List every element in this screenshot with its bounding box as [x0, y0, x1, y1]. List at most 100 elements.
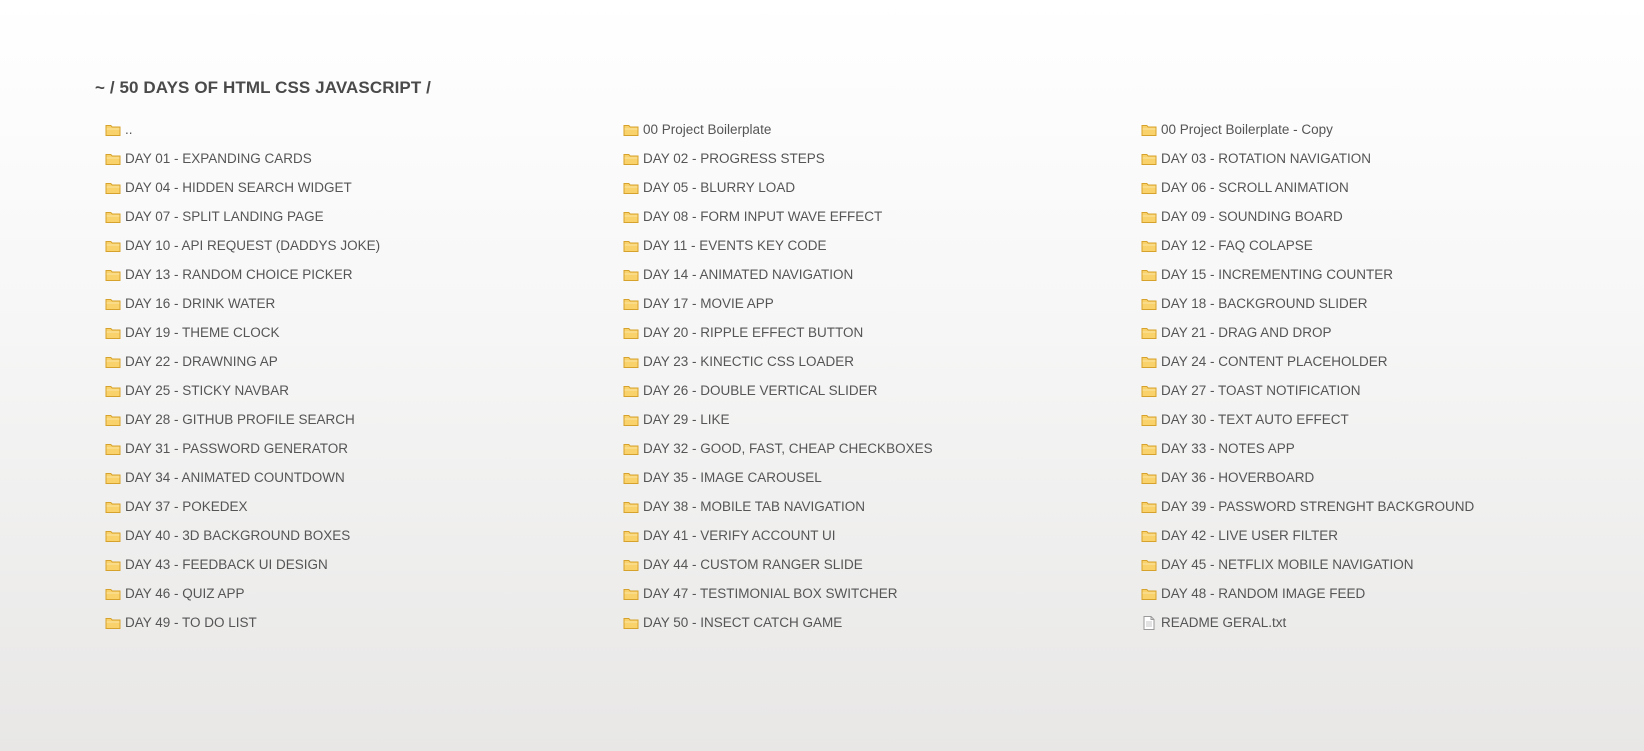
entry-link[interactable]: DAY 21 - DRAG AND DROP: [1161, 325, 1332, 340]
entry-link[interactable]: README GERAL.txt: [1161, 615, 1286, 630]
folder-entry[interactable]: DAY 42 - LIVE USER FILTER: [1141, 521, 1625, 550]
folder-entry[interactable]: DAY 05 - BLURRY LOAD: [623, 173, 1141, 202]
folder-entry[interactable]: DAY 32 - GOOD, FAST, CHEAP CHECKBOXES: [623, 434, 1141, 463]
folder-entry[interactable]: DAY 29 - LIKE: [623, 405, 1141, 434]
folder-entry[interactable]: DAY 08 - FORM INPUT WAVE EFFECT: [623, 202, 1141, 231]
entry-link[interactable]: DAY 08 - FORM INPUT WAVE EFFECT: [643, 209, 882, 224]
entry-link[interactable]: DAY 40 - 3D BACKGROUND BOXES: [125, 528, 350, 543]
entry-link[interactable]: DAY 46 - QUIZ APP: [125, 586, 245, 601]
folder-entry[interactable]: DAY 15 - INCREMENTING COUNTER: [1141, 260, 1625, 289]
entry-link[interactable]: DAY 47 - TESTIMONIAL BOX SWITCHER: [643, 586, 898, 601]
folder-entry[interactable]: DAY 04 - HIDDEN SEARCH WIDGET: [105, 173, 623, 202]
folder-entry[interactable]: DAY 37 - POKEDEX: [105, 492, 623, 521]
folder-entry[interactable]: DAY 17 - MOVIE APP: [623, 289, 1141, 318]
folder-entry[interactable]: DAY 36 - HOVERBOARD: [1141, 463, 1625, 492]
entry-link[interactable]: DAY 14 - ANIMATED NAVIGATION: [643, 267, 853, 282]
folder-entry[interactable]: DAY 49 - TO DO LIST: [105, 608, 623, 637]
folder-entry[interactable]: DAY 33 - NOTES APP: [1141, 434, 1625, 463]
entry-link[interactable]: DAY 29 - LIKE: [643, 412, 730, 427]
folder-entry[interactable]: DAY 20 - RIPPLE EFFECT BUTTON: [623, 318, 1141, 347]
entry-link[interactable]: DAY 20 - RIPPLE EFFECT BUTTON: [643, 325, 863, 340]
folder-entry[interactable]: DAY 50 - INSECT CATCH GAME: [623, 608, 1141, 637]
folder-entry[interactable]: DAY 13 - RANDOM CHOICE PICKER: [105, 260, 623, 289]
entry-link[interactable]: DAY 24 - CONTENT PLACEHOLDER: [1161, 354, 1388, 369]
entry-link[interactable]: DAY 33 - NOTES APP: [1161, 441, 1295, 456]
entry-link[interactable]: DAY 41 - VERIFY ACCOUNT UI: [643, 528, 836, 543]
entry-link[interactable]: DAY 16 - DRINK WATER: [125, 296, 275, 311]
entry-link[interactable]: DAY 02 - PROGRESS STEPS: [643, 151, 825, 166]
folder-entry[interactable]: DAY 23 - KINECTIC CSS LOADER: [623, 347, 1141, 376]
folder-entry[interactable]: DAY 02 - PROGRESS STEPS: [623, 144, 1141, 173]
folder-entry[interactable]: DAY 16 - DRINK WATER: [105, 289, 623, 318]
entry-link[interactable]: DAY 38 - MOBILE TAB NAVIGATION: [643, 499, 865, 514]
entry-link[interactable]: DAY 36 - HOVERBOARD: [1161, 470, 1314, 485]
folder-entry[interactable]: DAY 25 - STICKY NAVBAR: [105, 376, 623, 405]
entry-link[interactable]: DAY 48 - RANDOM IMAGE FEED: [1161, 586, 1365, 601]
entry-link[interactable]: DAY 17 - MOVIE APP: [643, 296, 774, 311]
entry-link[interactable]: DAY 30 - TEXT AUTO EFFECT: [1161, 412, 1349, 427]
entry-link[interactable]: 00 Project Boilerplate: [643, 122, 771, 137]
entry-link[interactable]: DAY 50 - INSECT CATCH GAME: [643, 615, 842, 630]
file-entry[interactable]: README GERAL.txt: [1141, 608, 1625, 637]
folder-entry[interactable]: DAY 10 - API REQUEST (DADDYS JOKE): [105, 231, 623, 260]
entry-link[interactable]: DAY 05 - BLURRY LOAD: [643, 180, 795, 195]
folder-entry[interactable]: 00 Project Boilerplate - Copy: [1141, 115, 1625, 144]
folder-entry[interactable]: DAY 21 - DRAG AND DROP: [1141, 318, 1625, 347]
entry-link[interactable]: DAY 22 - DRAWNING AP: [125, 354, 278, 369]
entry-link[interactable]: DAY 32 - GOOD, FAST, CHEAP CHECKBOXES: [643, 441, 933, 456]
folder-entry[interactable]: DAY 40 - 3D BACKGROUND BOXES: [105, 521, 623, 550]
folder-entry[interactable]: DAY 48 - RANDOM IMAGE FEED: [1141, 579, 1625, 608]
folder-entry[interactable]: DAY 43 - FEEDBACK UI DESIGN: [105, 550, 623, 579]
folder-entry[interactable]: DAY 22 - DRAWNING AP: [105, 347, 623, 376]
entry-link[interactable]: DAY 13 - RANDOM CHOICE PICKER: [125, 267, 353, 282]
entry-link[interactable]: DAY 44 - CUSTOM RANGER SLIDE: [643, 557, 863, 572]
entry-link[interactable]: DAY 01 - EXPANDING CARDS: [125, 151, 312, 166]
entry-link[interactable]: DAY 49 - TO DO LIST: [125, 615, 257, 630]
folder-entry[interactable]: DAY 47 - TESTIMONIAL BOX SWITCHER: [623, 579, 1141, 608]
folder-entry[interactable]: DAY 11 - EVENTS KEY CODE: [623, 231, 1141, 260]
folder-entry[interactable]: 00 Project Boilerplate: [623, 115, 1141, 144]
folder-entry[interactable]: DAY 07 - SPLIT LANDING PAGE: [105, 202, 623, 231]
folder-entry[interactable]: DAY 44 - CUSTOM RANGER SLIDE: [623, 550, 1141, 579]
folder-entry[interactable]: DAY 18 - BACKGROUND SLIDER: [1141, 289, 1625, 318]
folder-entry[interactable]: DAY 35 - IMAGE CAROUSEL: [623, 463, 1141, 492]
entry-link[interactable]: 00 Project Boilerplate - Copy: [1161, 122, 1333, 137]
entry-link[interactable]: DAY 28 - GITHUB PROFILE SEARCH: [125, 412, 355, 427]
folder-entry[interactable]: DAY 41 - VERIFY ACCOUNT UI: [623, 521, 1141, 550]
entry-link[interactable]: DAY 12 - FAQ COLAPSE: [1161, 238, 1313, 253]
folder-entry[interactable]: DAY 31 - PASSWORD GENERATOR: [105, 434, 623, 463]
folder-entry[interactable]: DAY 39 - PASSWORD STRENGHT BACKGROUND: [1141, 492, 1625, 521]
entry-link[interactable]: DAY 31 - PASSWORD GENERATOR: [125, 441, 348, 456]
entry-link[interactable]: DAY 35 - IMAGE CAROUSEL: [643, 470, 822, 485]
folder-entry[interactable]: DAY 24 - CONTENT PLACEHOLDER: [1141, 347, 1625, 376]
folder-entry[interactable]: DAY 19 - THEME CLOCK: [105, 318, 623, 347]
entry-link[interactable]: DAY 45 - NETFLIX MOBILE NAVIGATION: [1161, 557, 1414, 572]
entry-link[interactable]: DAY 07 - SPLIT LANDING PAGE: [125, 209, 324, 224]
folder-entry[interactable]: DAY 01 - EXPANDING CARDS: [105, 144, 623, 173]
entry-link[interactable]: DAY 23 - KINECTIC CSS LOADER: [643, 354, 854, 369]
folder-entry[interactable]: DAY 27 - TOAST NOTIFICATION: [1141, 376, 1625, 405]
entry-link[interactable]: DAY 04 - HIDDEN SEARCH WIDGET: [125, 180, 352, 195]
folder-entry[interactable]: DAY 45 - NETFLIX MOBILE NAVIGATION: [1141, 550, 1625, 579]
folder-entry[interactable]: DAY 09 - SOUNDING BOARD: [1141, 202, 1625, 231]
folder-entry[interactable]: DAY 38 - MOBILE TAB NAVIGATION: [623, 492, 1141, 521]
folder-entry[interactable]: DAY 30 - TEXT AUTO EFFECT: [1141, 405, 1625, 434]
entry-link[interactable]: DAY 37 - POKEDEX: [125, 499, 248, 514]
entry-link[interactable]: DAY 34 - ANIMATED COUNTDOWN: [125, 470, 345, 485]
folder-entry[interactable]: DAY 34 - ANIMATED COUNTDOWN: [105, 463, 623, 492]
entry-link[interactable]: DAY 25 - STICKY NAVBAR: [125, 383, 289, 398]
entry-link[interactable]: DAY 10 - API REQUEST (DADDYS JOKE): [125, 238, 380, 253]
entry-link[interactable]: DAY 18 - BACKGROUND SLIDER: [1161, 296, 1368, 311]
entry-link[interactable]: DAY 03 - ROTATION NAVIGATION: [1161, 151, 1371, 166]
entry-link[interactable]: DAY 42 - LIVE USER FILTER: [1161, 528, 1338, 543]
folder-entry[interactable]: DAY 12 - FAQ COLAPSE: [1141, 231, 1625, 260]
entry-link[interactable]: ..: [125, 122, 133, 137]
entry-link[interactable]: DAY 19 - THEME CLOCK: [125, 325, 280, 340]
entry-link[interactable]: DAY 06 - SCROLL ANIMATION: [1161, 180, 1349, 195]
folder-entry[interactable]: DAY 28 - GITHUB PROFILE SEARCH: [105, 405, 623, 434]
folder-entry[interactable]: DAY 14 - ANIMATED NAVIGATION: [623, 260, 1141, 289]
entry-link[interactable]: DAY 11 - EVENTS KEY CODE: [643, 238, 827, 253]
folder-entry[interactable]: DAY 26 - DOUBLE VERTICAL SLIDER: [623, 376, 1141, 405]
entry-link[interactable]: DAY 09 - SOUNDING BOARD: [1161, 209, 1343, 224]
entry-link[interactable]: DAY 27 - TOAST NOTIFICATION: [1161, 383, 1361, 398]
